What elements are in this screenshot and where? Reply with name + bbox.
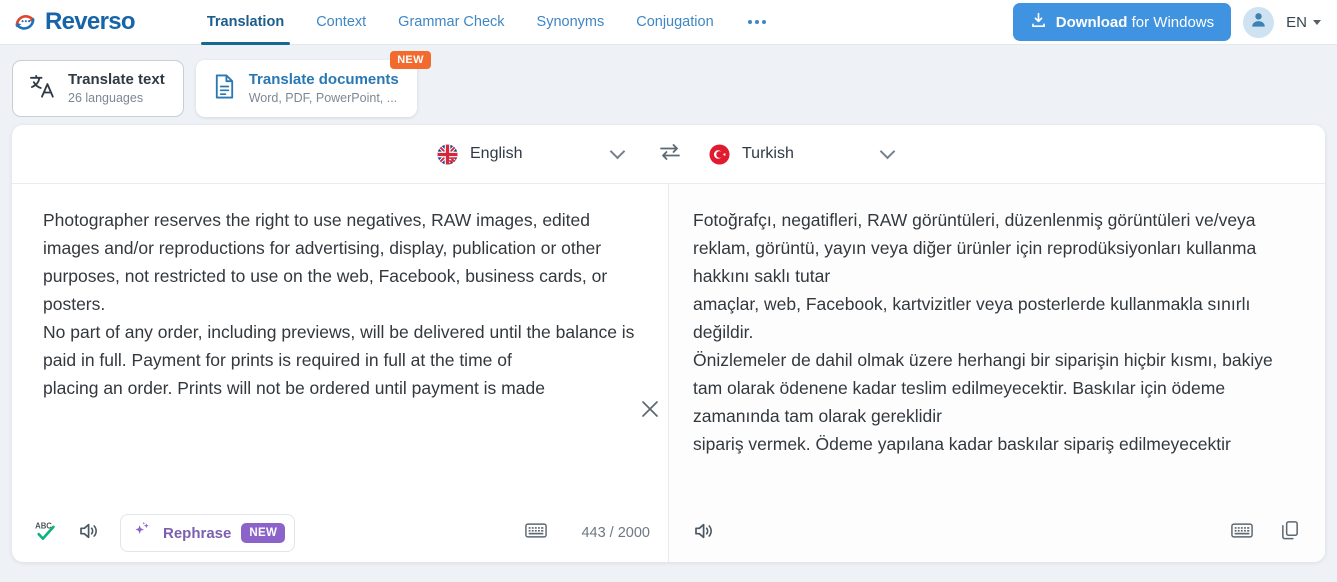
translation-panes: Photographer reserves the right to use n… [12,184,1325,562]
close-icon [641,400,659,418]
source-pane: Photographer reserves the right to use n… [12,184,668,562]
nav-item-context[interactable]: Context [300,0,382,45]
top-navigation-bar: Reverso Translation Context Grammar Chec… [0,0,1337,45]
target-footer-right [1225,516,1307,550]
download-label-strong: Download [1056,14,1128,31]
speaker-icon [693,520,715,547]
uk-us-flag-icon [437,144,458,165]
reverso-logo-icon [12,9,38,35]
target-text-output: Fotoğrafçı, negatifleri, RAW görüntüleri… [669,184,1325,504]
virtual-keyboard-icon [525,522,547,544]
new-badge: NEW [390,51,431,69]
clear-source-text-button[interactable] [633,392,667,426]
mode-title: Translate documents [249,71,399,90]
user-avatar-icon [1249,10,1268,34]
chevron-down-icon [609,144,625,160]
listen-target-button[interactable] [687,516,721,550]
mode-title: Translate text [68,71,165,90]
mode-subtitle: 26 languages [68,90,165,106]
translate-text-icon [29,73,56,105]
target-pane-footer [669,504,1325,562]
header-right-cluster: Download for Windows EN [1013,3,1323,41]
target-language-selector[interactable]: Turkish [709,125,794,183]
svg-text:ABC: ABC [35,521,52,530]
reverso-wordmark: Reverso [45,8,135,36]
chevron-down-icon [1313,20,1321,25]
source-language-dropdown-button[interactable] [604,125,630,183]
mode-subtitle: Word, PDF, PowerPoint, ... [249,90,399,106]
target-pane: Fotoğrafçı, negatifleri, RAW görüntüleri… [668,184,1325,562]
spellcheck-abc-icon: ABC [34,520,60,547]
nav-item-conjugation[interactable]: Conjugation [620,0,729,45]
user-account-button[interactable] [1243,7,1274,38]
nav-item-translation[interactable]: Translation [191,0,300,45]
mode-card-translate-documents[interactable]: Translate documents Word, PDF, PowerPoin… [196,60,417,117]
turkey-flag-icon [709,144,730,165]
swap-languages-icon [658,141,682,168]
reverso-logo[interactable]: Reverso [12,8,145,36]
main-nav-links: Translation Context Grammar Check Synony… [191,0,784,45]
nav-item-synonyms[interactable]: Synonyms [521,0,621,45]
download-icon [1030,12,1047,33]
source-language-selector[interactable]: English [437,125,522,183]
mode-card-translate-text[interactable]: Translate text 26 languages [12,60,184,117]
source-pane-footer: ABC [12,504,668,562]
rephrase-button[interactable]: Rephrase NEW [120,514,295,552]
character-counter: 443 / 2000 [581,525,650,541]
target-language-dropdown-button[interactable] [874,125,900,183]
download-for-windows-button[interactable]: Download for Windows [1013,3,1231,41]
rephrase-new-badge: NEW [241,523,285,543]
sparkles-icon [132,520,153,546]
document-icon [212,73,237,105]
listen-source-button[interactable] [72,516,106,550]
source-language-label: English [470,145,522,163]
nav-item-grammar-check[interactable]: Grammar Check [382,0,520,45]
download-label-light: for Windows [1127,14,1214,31]
more-menu-icon[interactable] [730,0,784,45]
copy-translation-button[interactable] [1273,516,1307,550]
mode-selector-bar: Translate text 26 languages Translate do… [0,45,1337,118]
virtual-keyboard-icon [1231,522,1253,544]
speaker-icon [78,520,100,547]
source-text-input[interactable]: Photographer reserves the right to use n… [12,184,668,504]
virtual-keyboard-button[interactable] [519,516,553,550]
rephrase-label: Rephrase [163,525,231,542]
language-selection-bar: English Turkish [12,125,1325,184]
source-footer-right: 443 / 2000 [519,516,650,550]
copy-icon [1280,520,1300,546]
spellcheck-button[interactable]: ABC [30,516,64,550]
ui-language-label: EN [1286,14,1307,31]
target-language-label: Turkish [742,145,794,163]
swap-languages-button[interactable] [655,139,685,169]
translator-card: English Turkish [12,125,1325,562]
virtual-keyboard-button[interactable] [1225,516,1259,550]
ui-language-selector[interactable]: EN [1286,14,1323,31]
chevron-down-icon [879,144,895,160]
